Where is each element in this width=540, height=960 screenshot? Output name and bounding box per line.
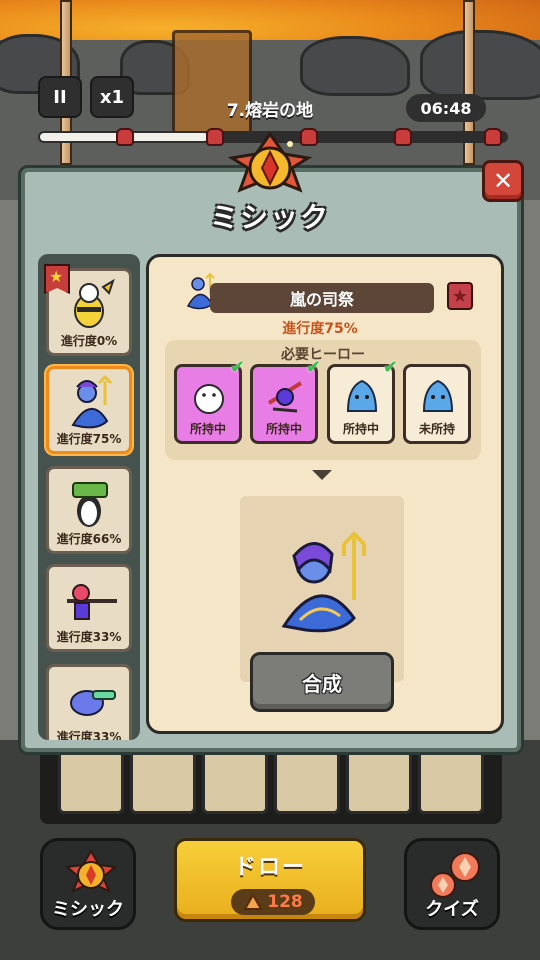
hero-card-bazooka-penguin[interactable]: 進行度66% [46,466,132,554]
skull-icon [484,128,502,146]
favorite-star-button[interactable]: ★ [447,282,473,310]
wave-marker-icon [116,128,134,146]
mythic-button-label: ミシック [52,899,124,920]
hero-progress: 進行度66% [56,532,122,546]
draw-button[interactable]: ドロー 128 [174,838,366,922]
arrow-down-icon [312,470,332,480]
crystal-currency-icon [243,893,263,910]
unowned-status: 未所持 [418,422,455,436]
hero-progress: 進行度33% [56,630,122,644]
sea-priest-hero-icon [281,531,366,633]
hero-slot[interactable] [418,750,484,814]
hero-slot[interactable] [58,750,124,814]
draw-cost: 128 [231,889,315,915]
rock [300,36,410,96]
bazooka-penguin-hero-icon [72,482,108,527]
skull-icon [394,128,412,146]
required-hero-yeti[interactable]: ✔ 所持中 [174,357,245,444]
hero-progress: 進行度0% [60,334,118,348]
hero-name: 嵐の司祭 [210,283,434,313]
castle-tower [172,30,252,140]
mythic-button[interactable]: ミシック [40,838,136,930]
required-hero-slime-unowned[interactable]: 未所持 [403,364,471,444]
owned-status: 所持中 [189,422,226,436]
mythic-medal-icon [64,848,118,893]
modal-title: ミシック [209,201,330,234]
slime-hero-icon [422,379,454,412]
check-icon: ✔ [229,357,245,378]
hero-card-shark-gunner[interactable]: 進行度33% [46,664,132,740]
hero-slot[interactable] [202,750,268,814]
close-button[interactable]: ✕ [482,160,524,202]
hero-card-sniper[interactable]: 進行度33% [46,564,132,652]
hero-progress: 進行度75% [56,432,122,446]
draw-cost-value: 128 [267,892,303,912]
hero-progress: 進行度33% [56,730,122,740]
combine-button[interactable]: 合成 [250,652,394,712]
shark-gunner-hero-icon [70,690,116,716]
bee-warrior-hero-icon [74,278,115,328]
required-hero-slime[interactable]: ✔ 所持中 [327,357,398,444]
check-icon: ✔ [382,357,398,378]
hero-slot[interactable] [130,750,196,814]
stage-timer: 06:48 [406,94,486,122]
sniper-hero-icon [67,584,117,620]
crossbow-hero-icon [267,381,303,413]
yeti-hero-icon [194,384,224,414]
sea-priest-hero-icon [71,375,113,429]
rock [420,30,540,100]
owned-status: 所持中 [265,422,302,436]
required-hero-crossbow[interactable]: ✔ 所持中 [250,357,321,444]
speed-button[interactable]: x1 [90,76,134,118]
pause-button[interactable]: II [38,76,82,118]
quiz-button[interactable]: クイズ [404,838,500,930]
owned-status: 所持中 [342,422,379,436]
hero-slot[interactable] [346,750,412,814]
mythic-hero-list[interactable]: 進行度0% 進行度75% 進行度66% 進行度33% 進行度33% [38,254,140,740]
hero-slot[interactable] [274,750,340,814]
hero-progress-text: 進行度75% [282,321,358,337]
draw-button-label: ドロー [233,855,306,880]
check-icon: ✔ [305,357,321,378]
wave-marker-icon [206,128,224,146]
stage-title: 7.熔岩の地 [226,101,314,121]
quiz-button-label: クイズ [425,899,479,920]
slime-hero-icon [346,379,378,412]
hero-card-sea-priest[interactable]: 進行度75% [46,366,132,454]
